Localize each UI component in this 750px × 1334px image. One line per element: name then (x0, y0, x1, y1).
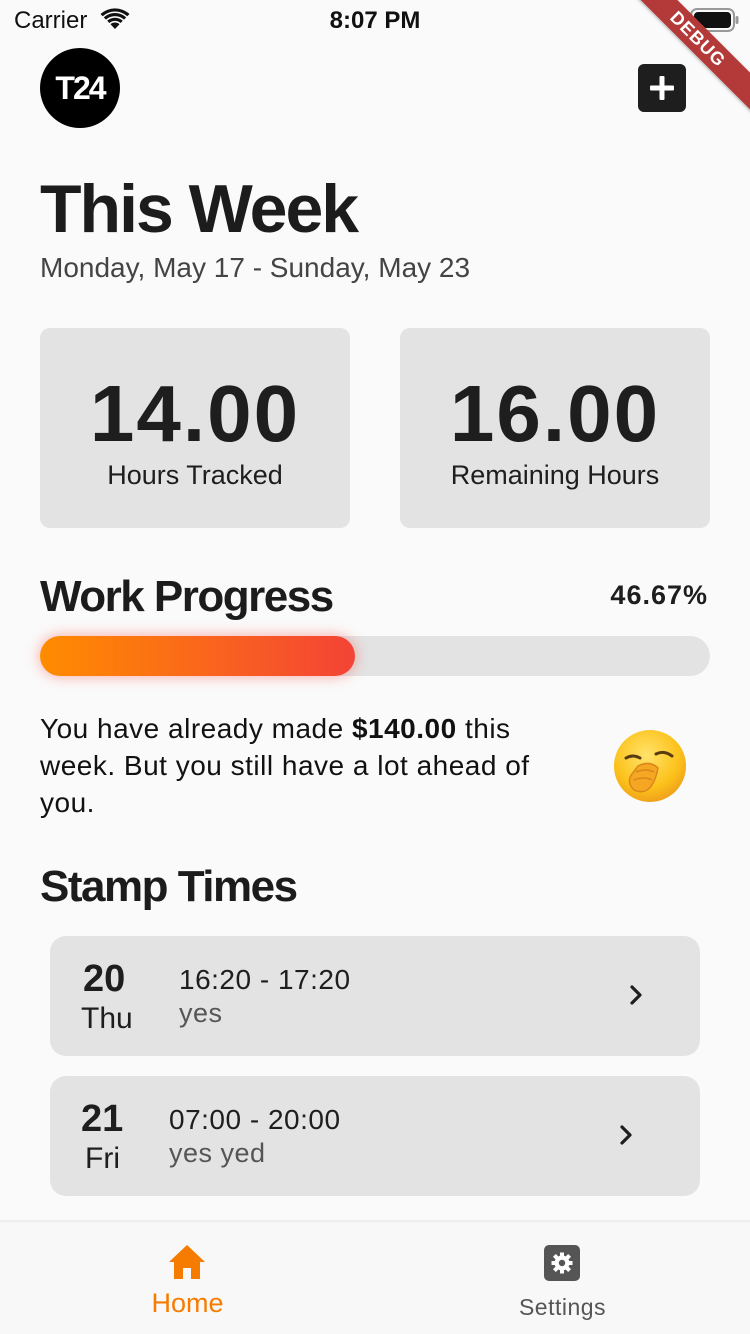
app-logo: T24 (40, 48, 120, 128)
earnings-prefix: You have already made (40, 713, 352, 744)
status-bar: Carrier 8:07 PM (0, 0, 750, 40)
earnings-amount: $140.00 (351, 713, 457, 744)
stamp-day-number: 21 (81, 1098, 124, 1140)
stamp-note: yes yed (169, 1138, 266, 1168)
hours-tracked-card: 14.00 Hours Tracked (40, 328, 350, 528)
stamp-note: yes (179, 998, 223, 1028)
chevron-right-icon (630, 985, 642, 1005)
remaining-hours-value: 16.00 (449, 369, 661, 458)
earnings-message: You have already made $140.00 this week.… (40, 710, 560, 821)
stamp-weekday: Fri (85, 1142, 120, 1175)
bottom-navigation-bar: Home Settings (0, 1220, 750, 1334)
hours-tracked-label: Hours Tracked (107, 460, 283, 490)
status-time: 8:07 PM (329, 7, 421, 34)
stamp-day-number: 20 (83, 958, 126, 1000)
chevron-right-icon (620, 1125, 632, 1145)
hours-tracked-value: 14.00 (89, 369, 301, 458)
nav-home-tab[interactable]: Home (0, 1222, 375, 1334)
work-progress-fill (40, 636, 355, 676)
stamp-time-range: 16:20 - 17:20 (179, 964, 351, 995)
yawning-face-icon (614, 730, 686, 802)
remaining-hours-label: Remaining Hours (450, 460, 660, 490)
home-icon (169, 1245, 205, 1279)
stamp-list-item[interactable]: 21 Fri 07:00 - 20:00 yes yed (50, 1076, 700, 1196)
stamp-weekday: Thu (81, 1002, 133, 1035)
stamp-list-item[interactable]: 20 Thu 16:20 - 17:20 yes (50, 936, 700, 1056)
nav-settings-tab[interactable]: Settings (375, 1222, 750, 1334)
plus-icon (650, 76, 674, 100)
work-progress-percent: 46.67% (610, 580, 708, 610)
stamp-time-range: 07:00 - 20:00 (169, 1104, 341, 1135)
remaining-hours-card: 16.00 Remaining Hours (400, 328, 710, 528)
page-title: This Week (40, 171, 359, 247)
nav-home-label: Home (151, 1288, 224, 1318)
stamp-times-title: Stamp Times (40, 862, 298, 911)
nav-settings-label: Settings (518, 1294, 607, 1320)
gear-icon (544, 1245, 580, 1281)
add-stamp-button[interactable] (638, 64, 686, 112)
week-date-range: Monday, May 17 - Sunday, May 23 (40, 252, 471, 283)
work-progress-title: Work Progress (40, 572, 334, 621)
work-progress-bar (40, 636, 710, 676)
